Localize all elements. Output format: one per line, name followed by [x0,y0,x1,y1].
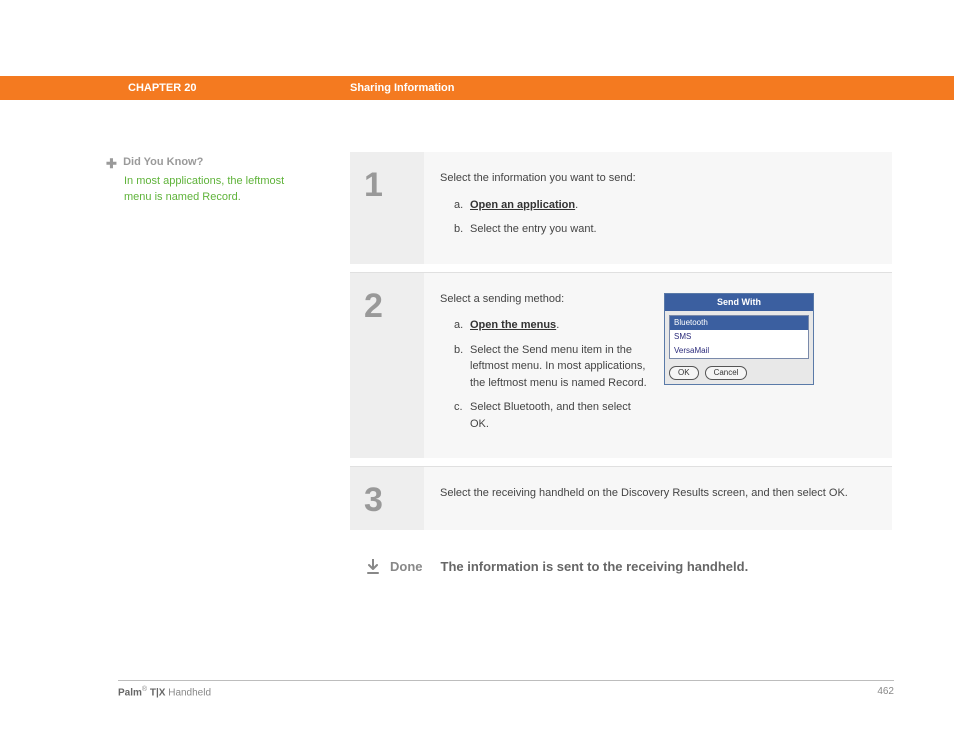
step-1: 1 Select the information you want to sen… [350,152,892,264]
step-number: 2 [350,273,424,459]
footer-rest: Handheld [165,687,211,698]
done-text: The information is sent to the receiving… [441,559,749,574]
send-with-dialog: Send With Bluetooth SMS VersaMail OK Can… [664,293,814,385]
step-body: Select the information you want to send:… [424,152,892,264]
step-intro: Select the receiving handheld on the Dis… [440,485,876,502]
sub-suffix: . [556,319,559,331]
chapter-title: Sharing Information [350,82,455,94]
footer: Palm® T|X Handheld 462 [118,686,894,698]
sidebar-tip: ✚ Did You Know? In most applications, th… [106,155,306,206]
sub-label: b. [454,342,470,392]
footer-model: T|X [147,687,165,698]
sub-text: Select the entry you want. [470,221,597,238]
step-body: Select the receiving handheld on the Dis… [424,467,892,530]
footer-brand: Palm® T|X Handheld [118,686,211,698]
step-number: 1 [350,152,424,264]
dialog-title: Send With [665,294,813,312]
sub-text: Select the Send menu item in the leftmos… [470,342,650,392]
steps-container: 1 Select the information you want to sen… [350,152,892,596]
sub-label: a. [454,317,470,334]
plus-icon: ✚ [106,155,120,174]
open-application-link[interactable]: Open an application [470,199,575,211]
page-number: 462 [877,686,894,698]
sub-suffix: . [575,199,578,211]
open-menus-link[interactable]: Open the menus [470,319,556,331]
step-3: 3 Select the receiving handheld on the D… [350,466,892,530]
did-you-know-body: In most applications, the leftmost menu … [124,174,306,206]
step-intro: Select the information you want to send: [440,170,876,187]
step-body: Select a sending method: a. Open the men… [424,273,892,459]
done-row: Done The information is sent to the rece… [350,538,892,596]
dialog-cancel-button[interactable]: Cancel [705,366,748,380]
header-bar: CHAPTER 20 Sharing Information [0,76,954,100]
footer-brand-name: Palm [118,687,142,698]
dialog-ok-button[interactable]: OK [669,366,699,380]
step-sub: a. Open an application. [454,197,876,214]
dialog-option-versamail[interactable]: VersaMail [670,344,808,358]
step-number: 3 [350,467,424,530]
step-sub: b. Select the Send menu item in the left… [454,342,650,392]
did-you-know-title: Did You Know? [123,156,203,168]
step-sub: b. Select the entry you want. [454,221,876,238]
done-arrow-icon [364,558,382,576]
footer-rule [118,680,894,681]
chapter-label: CHAPTER 20 [128,82,196,94]
step-sub: a. Open the menus. [454,317,650,334]
step-sub: c. Select Bluetooth, and then select OK. [454,399,650,432]
sub-text: Select Bluetooth, and then select OK. [470,399,650,432]
sub-label: c. [454,399,470,432]
dialog-option-sms[interactable]: SMS [670,330,808,344]
step-2: 2 Select a sending method: a. Open the m… [350,272,892,459]
dialog-option-bluetooth[interactable]: Bluetooth [670,316,808,330]
sub-label: b. [454,221,470,238]
dialog-buttons: OK Cancel [665,363,813,384]
step-intro: Select a sending method: [440,291,650,308]
dialog-list[interactable]: Bluetooth SMS VersaMail [669,315,809,359]
done-label: Done [390,559,423,574]
sub-label: a. [454,197,470,214]
